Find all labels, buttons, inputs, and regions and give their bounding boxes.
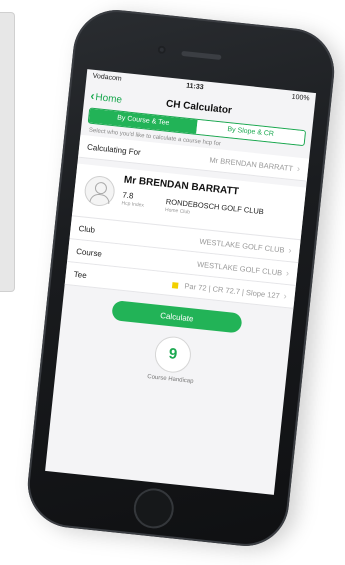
earpiece-speaker [181,51,221,60]
app-screen: Vodacom 11:33 100% ‹Home CH Calculator B… [45,69,316,495]
handicap-index-value: 7.8 [122,190,134,200]
home-club-label: Home Club [165,207,191,216]
course-label: Course [76,246,103,258]
home-button[interactable] [132,486,176,530]
phone-device: Vodacom 11:33 100% ‹Home CH Calculator B… [24,6,339,551]
tee-color-swatch [172,282,179,289]
battery-indicator: 100% [291,94,310,103]
background-card [0,12,15,292]
chevron-right-icon: › [288,245,292,255]
calculating-for-label: Calculating For [87,142,141,157]
course-handicap-result: 9 [153,335,193,375]
user-head-icon [94,182,107,195]
tee-value: Par 72 | CR 72.7 | Slope 127 [184,281,280,300]
calculate-button[interactable]: Calculate [111,300,242,333]
carrier-label: Vodacom [92,73,122,83]
player-name: Mr BRENDAN BARRATT [123,175,239,198]
tee-label: Tee [73,269,87,279]
chevron-right-icon: › [297,164,301,174]
club-label: Club [78,224,95,235]
clock: 11:33 [186,83,204,92]
avatar [83,175,116,208]
handicap-index-label: Hcp Index [121,200,144,208]
chevron-right-icon: › [286,268,290,278]
chevron-right-icon: › [283,291,287,301]
front-camera [157,45,166,54]
user-body-icon [89,193,110,204]
